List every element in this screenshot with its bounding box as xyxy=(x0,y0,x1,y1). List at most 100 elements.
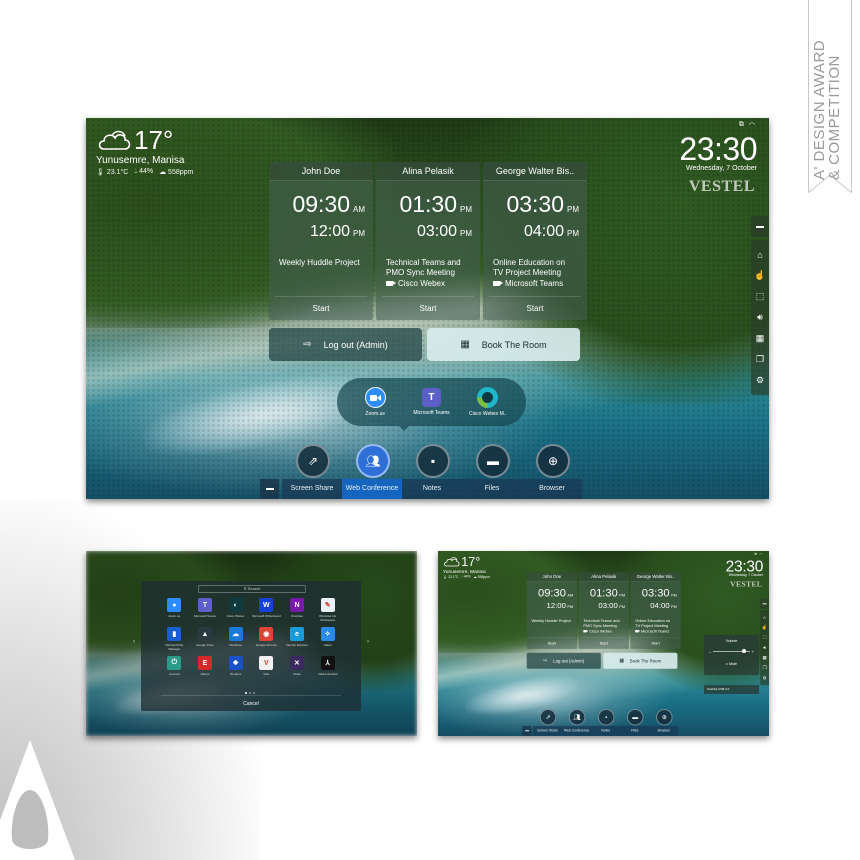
app-label: Mode xyxy=(293,672,301,676)
app-tile[interactable]: ❖ Dropbox xyxy=(220,656,251,680)
screenshot-icon[interactable]: ⬚ xyxy=(760,632,769,642)
browser-button[interactable]: ⊕ xyxy=(650,708,679,726)
meeting-card[interactable]: Alina Pelasik 01:30PM 03:00PM Technical … xyxy=(376,162,480,320)
notes-button[interactable]: ▪ xyxy=(403,444,463,478)
mute-button[interactable]: 🔈︎ Mute xyxy=(704,662,759,666)
start-meeting-button[interactable]: Start xyxy=(529,637,575,649)
app-tile[interactable]: ● Zoom.us xyxy=(159,598,190,622)
dock-item-web-conference[interactable]: Web Conference xyxy=(562,726,591,736)
files-button[interactable]: ▬ xyxy=(463,444,523,478)
windows-icon[interactable]: ❐ xyxy=(751,349,769,370)
files-button[interactable]: ▬ xyxy=(621,708,650,726)
cloudy-weather-icon xyxy=(98,130,131,150)
app-tile[interactable]: e Internet Explorer xyxy=(282,627,313,651)
windows-icon[interactable]: ❐ xyxy=(760,663,769,673)
volume-decrease-icon[interactable]: – xyxy=(709,649,711,654)
volume-increase-icon[interactable]: + xyxy=(752,649,754,654)
home-icon[interactable]: ⌂ xyxy=(760,612,769,622)
volume-slider-knob[interactable] xyxy=(742,648,747,653)
screen-share-button[interactable]: ⇗ xyxy=(533,708,562,726)
touch-icon[interactable]: ☝ xyxy=(760,622,769,632)
cancel-button[interactable]: Cancel xyxy=(161,695,341,711)
app-tile[interactable]: ✎ Windows Ink Workspace xyxy=(312,598,343,622)
app-icon: ◉ xyxy=(259,627,274,641)
weather-widget[interactable]: 17° Yunusemre, Manisa 🌡︎ 23.1°C 💧︎ 44% ☁… xyxy=(96,126,193,176)
dock-collapse-button[interactable] xyxy=(522,725,532,736)
screen-share-button[interactable]: ⇗ xyxy=(283,444,343,478)
volume-slider[interactable]: – + xyxy=(709,648,754,654)
weather-widget[interactable]: 17° Yunusemre, Manisa 🌡︎ 23.1°C 💧︎ 44% ☁… xyxy=(443,555,490,579)
next-page-arrow[interactable]: › xyxy=(367,639,369,645)
dock-item-browser[interactable]: Browser xyxy=(649,726,678,736)
volume-icon[interactable]: 🔊︎ xyxy=(760,643,769,653)
app-tile[interactable]: N OneNote xyxy=(282,598,313,622)
dock-item-screen-share[interactable]: Screen Share xyxy=(533,726,562,736)
logout-button[interactable]: ⇨ Log out (Admin) xyxy=(526,652,601,669)
app-tile[interactable]: ☁ OneDrive xyxy=(220,627,251,651)
web-conference-button[interactable]: 👥︎ xyxy=(563,708,592,726)
browser-button[interactable]: ⊕ xyxy=(523,444,583,478)
app-tile[interactable]: ⅄ Adobe Acrobat xyxy=(312,656,343,680)
conference-app-zoom[interactable]: Zoom.us xyxy=(349,387,401,417)
weather-stats: 🌡︎ 23.1°C 💧︎ 44% ☁ 558ppm xyxy=(443,575,490,579)
side-toolbar-collapse-button[interactable] xyxy=(751,216,769,237)
app-tile[interactable]: ◐ Cisco Webex xyxy=(220,598,251,622)
app-tile[interactable]: ✕ Mode xyxy=(282,656,313,680)
touch-icon[interactable]: ☝ xyxy=(751,265,769,286)
volume-control-screen: 17° Yunusemre, Manisa 🌡︎ 23.1°C 💧︎ 44% ☁… xyxy=(438,551,769,736)
meeting-card[interactable]: John Doe 09:30AM 12:00PM Weekly Huddle P… xyxy=(269,162,373,320)
dock-item-files[interactable]: Files xyxy=(462,479,522,499)
app-tile[interactable]: ▲ Google Drive xyxy=(190,627,221,651)
meeting-platform: Microsoft Teams xyxy=(635,629,669,633)
dock-collapse-button[interactable] xyxy=(260,479,279,499)
temperature-reading: 23.1°C xyxy=(106,169,129,176)
start-meeting-button[interactable]: Start xyxy=(581,637,627,649)
meeting-card[interactable]: Alina Pelasik 01:30PM 03:00PM Technical … xyxy=(578,572,629,649)
meeting-card[interactable]: John Doe 09:30AM 12:00PM Weekly Huddle P… xyxy=(526,572,578,649)
start-meeting-button[interactable]: Start xyxy=(382,296,474,320)
app-tile[interactable]: ▮ Microsoft File Manager xyxy=(159,627,190,651)
start-meeting-button[interactable]: Start xyxy=(275,296,367,320)
settings-icon[interactable]: ⚙ xyxy=(760,673,769,683)
book-room-button[interactable]: ▦ Book The Room xyxy=(427,328,580,361)
app-tile[interactable]: ⏻ Connect xyxy=(159,656,190,680)
screen-share-icon: ⇗ xyxy=(539,708,557,726)
notes-button[interactable]: ▪ xyxy=(592,708,621,726)
meeting-start-time: 01:30PM xyxy=(589,586,626,599)
dock-item-notes[interactable]: Notes xyxy=(402,479,462,499)
meeting-card[interactable]: George Walter Bis.. 03:30PM 04:00PM Onli… xyxy=(483,162,587,320)
app-tile[interactable]: ◉ Google Chrome xyxy=(251,627,282,651)
logout-button[interactable]: ⇨ Log out (Admin) xyxy=(269,328,422,361)
app-tile[interactable]: W Microsoft Whiteboard xyxy=(251,598,282,622)
conference-app-teams[interactable]: T Microsoft Teams xyxy=(405,388,457,416)
apps-grid-icon[interactable]: ▦ xyxy=(751,328,769,349)
start-meeting-button[interactable]: Start xyxy=(633,637,678,649)
notes-icon: ▪ xyxy=(597,708,615,726)
meeting-organizer: John Doe xyxy=(269,162,373,181)
app-tile[interactable]: E Others xyxy=(190,656,221,680)
dock-item-browser[interactable]: Browser xyxy=(522,479,582,499)
settings-icon[interactable]: ⚙ xyxy=(751,370,769,391)
volume-icon[interactable]: 🔊︎ xyxy=(751,307,769,328)
app-tile[interactable]: T Microsoft Teams xyxy=(190,598,221,622)
dock-item-files[interactable]: Files xyxy=(620,726,649,736)
apps-grid-icon[interactable]: ▦ xyxy=(760,653,769,663)
app-search-input[interactable]: ⚲ Search xyxy=(198,585,306,593)
meeting-cards: John Doe 09:30AM 12:00PM Weekly Huddle P… xyxy=(526,572,681,649)
book-room-button[interactable]: ▦ Book The Room xyxy=(603,652,678,669)
side-toolbar-collapse-button[interactable] xyxy=(760,598,769,609)
web-conference-button[interactable]: 👥︎ xyxy=(343,444,403,478)
dock-item-screen-share[interactable]: Screen Share xyxy=(282,479,342,499)
meeting-card[interactable]: George Walter Bis.. 03:30PM 04:00PM Onli… xyxy=(630,572,681,649)
previous-page-arrow[interactable]: ‹ xyxy=(133,639,135,645)
start-meeting-button[interactable]: Start xyxy=(489,296,581,320)
globe-icon: ⊕ xyxy=(656,708,673,726)
screenshot-icon[interactable]: ⬚ xyxy=(751,286,769,307)
volume-title: Volume xyxy=(725,639,738,643)
conference-app-webex[interactable]: Cisco Webex M.. xyxy=(462,387,514,417)
dock-item-notes[interactable]: Notes xyxy=(591,726,620,736)
app-tile[interactable]: ✧ Safari xyxy=(312,627,343,651)
dock-item-web-conference[interactable]: Web Conference xyxy=(342,479,402,499)
app-tile[interactable]: V Vibe xyxy=(251,656,282,680)
home-icon[interactable]: ⌂ xyxy=(751,244,769,265)
